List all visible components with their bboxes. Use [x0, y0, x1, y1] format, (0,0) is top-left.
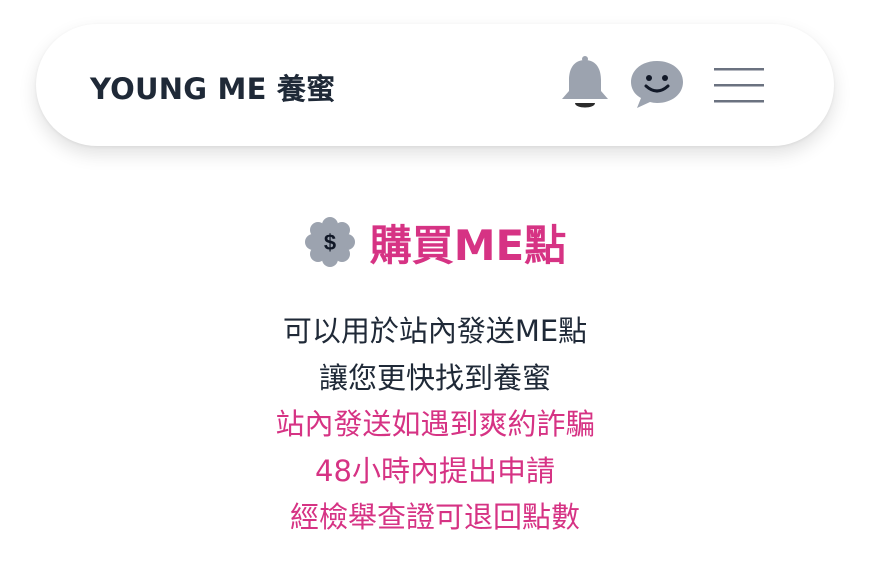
- dollar-badge-icon: $: [304, 217, 355, 267]
- hamburger-menu-icon[interactable]: [712, 62, 766, 108]
- description-line: 讓您更快找到養蜜: [318, 360, 551, 395]
- refund-policy-line: 經檢舉查證可退回點數: [289, 500, 580, 534]
- description-line: 可以用於站內發送ME點: [282, 314, 588, 348]
- bell-icon[interactable]: [558, 56, 612, 112]
- svg-text:$: $: [324, 230, 336, 255]
- page-title: 購買ME點: [369, 220, 567, 270]
- top-navbar: YOUNG ME 養蜜: [36, 24, 834, 146]
- refund-policy-line: 48小時內提出申請: [315, 453, 555, 488]
- description-block: 可以用於站內發送ME點 讓您更快找到養蜜 站內發送如遇到爽約詐騙 48小時內提出…: [0, 308, 870, 541]
- refund-policy-line: 站內發送如遇到爽約詐騙: [275, 407, 595, 441]
- chat-smile-icon[interactable]: [628, 58, 686, 110]
- brand-logo[interactable]: YOUNG ME 養蜜: [90, 66, 335, 108]
- page-title-row: $ 購買ME點: [0, 210, 870, 274]
